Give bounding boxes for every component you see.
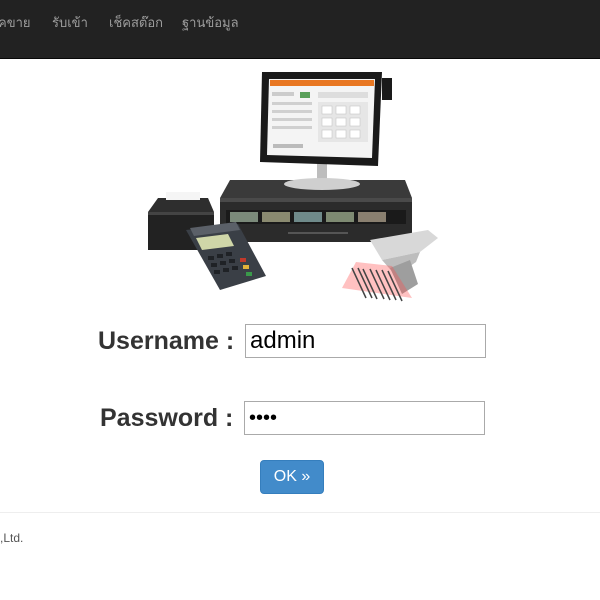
nav-item-database[interactable]: ฐานข้อมูล	[182, 12, 239, 33]
username-input[interactable]	[245, 324, 486, 358]
nav-item-receive[interactable]: รับเข้า	[52, 12, 88, 33]
top-navbar: คขาย รับเข้า เช็คสต๊อก ฐานข้อมูล	[0, 0, 600, 59]
nav-item-stock-check[interactable]: เช็คสต๊อก	[109, 12, 163, 33]
footer-divider	[0, 512, 600, 513]
username-label: Username :	[98, 327, 235, 355]
touchscreen-monitor-icon	[260, 72, 392, 166]
ok-button[interactable]: OK »	[260, 460, 324, 494]
footer-copyright: ,Ltd.	[0, 531, 24, 545]
password-input[interactable]	[244, 401, 485, 435]
pos-terminal-illustration	[120, 62, 460, 312]
password-label: Password :	[100, 404, 234, 432]
nav-item-sales[interactable]: คขาย	[0, 12, 31, 33]
